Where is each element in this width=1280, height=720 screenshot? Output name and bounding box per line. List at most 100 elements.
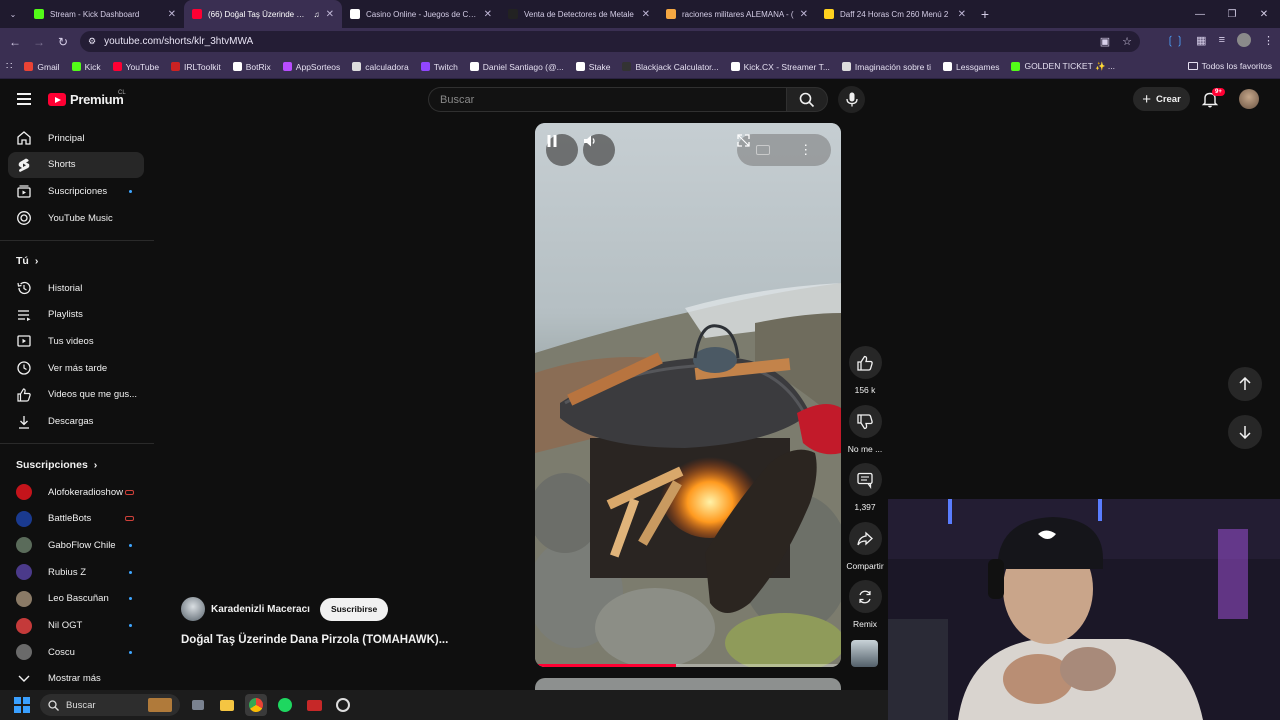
pause-button[interactable] xyxy=(546,134,578,166)
bookmark-star-icon[interactable]: ☆ xyxy=(1122,35,1132,48)
bookmark-item[interactable]: IRLToolkit xyxy=(165,61,227,72)
bookmark-item[interactable]: Daniel Santiago (@... xyxy=(464,61,570,72)
all-bookmarks[interactable]: Todos los favoritos xyxy=(1187,61,1272,71)
menu-icon[interactable] xyxy=(17,93,31,105)
sidebar-item[interactable]: Videos que me gus... xyxy=(8,382,144,408)
url-field[interactable]: ⚙ youtube.com/shorts/klr_3htvMWA ▣ ☆ xyxy=(80,31,1140,52)
tab-close-icon[interactable]: ✕ xyxy=(800,9,808,20)
bookmark-item[interactable]: Stake xyxy=(570,61,617,72)
dislike-button[interactable] xyxy=(848,405,882,438)
reading-list-icon[interactable]: ≡ xyxy=(1219,34,1225,46)
forward-icon[interactable]: → xyxy=(27,35,51,49)
subscription-channel[interactable]: GaboFlow Chile xyxy=(8,532,144,558)
browser-tab[interactable]: Venta de Detectores de Metale ✕ xyxy=(500,0,658,28)
install-app-icon[interactable]: ▣ xyxy=(1100,35,1110,48)
bookmark-item[interactable]: calculadora xyxy=(346,61,414,72)
extensions-puzzle-icon[interactable]: ▦ xyxy=(1196,34,1206,47)
sidebar-item[interactable]: Playlists xyxy=(8,302,144,328)
sidebar-item[interactable]: Tus videos xyxy=(8,328,144,354)
tab-close-icon[interactable]: ✕ xyxy=(484,9,492,20)
create-button[interactable]: + Crear xyxy=(1133,87,1190,111)
minimize-icon[interactable]: — xyxy=(1184,0,1216,28)
sound-thumbnail[interactable] xyxy=(851,640,878,667)
browser-tab[interactable]: Daff 24 Horas Cm 260 Menú 2 ✕ xyxy=(816,0,974,28)
tab-close-icon[interactable]: ✕ xyxy=(168,9,176,20)
channel-avatar[interactable] xyxy=(181,597,205,621)
more-options-icon[interactable]: ⋮ xyxy=(799,142,812,158)
tab-search-icon[interactable]: ⌄ xyxy=(0,0,26,28)
search-input[interactable]: Buscar xyxy=(428,87,786,112)
remix-button[interactable] xyxy=(848,580,882,613)
subscription-channel[interactable]: Alofokeradioshow xyxy=(8,479,144,505)
sidebar-item[interactable]: Shorts xyxy=(8,151,144,178)
bookmark-item[interactable]: Blackjack Calculator... xyxy=(616,61,724,72)
tab-close-icon[interactable]: ✕ xyxy=(958,9,966,20)
video-progress-bar[interactable] xyxy=(535,664,841,667)
captions-icon[interactable] xyxy=(755,145,770,155)
you-section-title[interactable]: Tú › xyxy=(16,255,38,267)
action-share[interactable]: Compartir xyxy=(846,522,884,571)
sidebar-item[interactable]: Descargas xyxy=(8,409,144,435)
reload-icon[interactable]: ↻ xyxy=(51,35,75,49)
bookmark-item[interactable]: BotRix xyxy=(227,61,277,72)
new-tab-button[interactable]: + xyxy=(974,6,996,22)
account-avatar[interactable] xyxy=(1239,89,1259,109)
voice-search-button[interactable] xyxy=(838,86,865,113)
sidebar-item[interactable]: Principal xyxy=(8,125,144,151)
channel-name[interactable]: Karadenizli Maceracı xyxy=(211,604,310,615)
bookmark-item[interactable]: GOLDEN TICKET ✨ ... xyxy=(1005,61,1121,72)
fullscreen-icon[interactable] xyxy=(737,134,750,147)
share-button[interactable] xyxy=(848,522,882,555)
sidebar-item[interactable]: Historial xyxy=(8,275,144,301)
action-dislike[interactable]: No me ... xyxy=(846,405,884,454)
subscription-channel[interactable]: Coscu xyxy=(8,639,144,665)
bookmark-item[interactable]: Lessgames xyxy=(937,61,1005,72)
browser-menu-icon[interactable]: ⋮ xyxy=(1263,34,1274,47)
subscription-channel[interactable]: Nil OGT xyxy=(8,613,144,639)
bookmark-item[interactable]: Twitch xyxy=(415,61,464,72)
action-remix[interactable]: Remix xyxy=(846,580,884,629)
subscribe-button[interactable]: Suscribirse xyxy=(319,597,389,621)
sidebar-item[interactable]: YouTube Music xyxy=(8,205,144,231)
profile-avatar[interactable] xyxy=(1237,33,1251,47)
browser-tab[interactable]: Casino Online - Juegos de Casi ✕ xyxy=(342,0,500,28)
bookmark-item[interactable]: Imaginación sobre ti xyxy=(836,61,937,72)
browser-tab[interactable]: (66) Doğal Taş Üzerinde Dan ♫ ✕ xyxy=(184,0,342,28)
bookmark-item[interactable]: Kick xyxy=(66,61,107,72)
action-comments[interactable]: 1,397 xyxy=(846,463,884,512)
chrome-taskbar-icon[interactable] xyxy=(245,694,267,716)
bookmark-item[interactable]: Gmail xyxy=(18,61,65,72)
bookmark-item[interactable]: YouTube xyxy=(107,61,165,72)
bookmark-item[interactable]: AppSorteos xyxy=(277,61,346,72)
tab-close-icon[interactable]: ✕ xyxy=(642,9,650,20)
browser-tab[interactable]: Stream - Kick Dashboard ✕ xyxy=(26,0,184,28)
subscription-channel[interactable]: Rubius Z xyxy=(8,559,144,585)
close-window-icon[interactable]: ✕ xyxy=(1248,0,1280,28)
volume-button[interactable] xyxy=(583,134,615,166)
short-title[interactable]: Doğal Taş Üzerinde Dana Pirzola (TOMAHAW… xyxy=(181,634,448,646)
site-info-icon[interactable]: ⚙ xyxy=(88,36,96,47)
extension-icon[interactable]: ❲❳ xyxy=(1166,34,1184,47)
streaming-app-icon[interactable] xyxy=(303,694,325,716)
file-explorer-icon[interactable] xyxy=(216,694,238,716)
show-more-button[interactable]: Mostrar más xyxy=(8,665,144,691)
sidebar-item[interactable]: Suscripciones xyxy=(8,178,144,204)
search-button[interactable] xyxy=(786,87,828,112)
comments-button[interactable] xyxy=(848,463,882,496)
spotify-icon[interactable] xyxy=(274,694,296,716)
youtube-premium-logo[interactable]: Premium xyxy=(48,92,124,107)
previous-short-button[interactable] xyxy=(1228,367,1262,401)
subscription-channel[interactable]: BattleBots xyxy=(8,506,144,532)
windows-start-icon[interactable] xyxy=(14,697,30,713)
action-like[interactable]: 156 k xyxy=(846,346,884,395)
obs-icon[interactable] xyxy=(332,694,354,716)
next-short-button[interactable] xyxy=(1228,415,1262,449)
like-button[interactable] xyxy=(848,346,882,379)
tab-close-icon[interactable]: ✕ xyxy=(326,9,334,20)
taskbar-search[interactable]: Buscar xyxy=(40,694,180,716)
sidebar-item[interactable]: Ver más tarde xyxy=(8,355,144,381)
apps-grid-icon[interactable]: ∷ xyxy=(6,61,12,72)
browser-tab[interactable]: raciones militares ALEMANA - (✕ xyxy=(658,0,816,28)
tab-audio-icon[interactable]: ♫ xyxy=(314,10,320,19)
subscriptions-section-title[interactable]: Suscripciones › xyxy=(16,459,97,471)
